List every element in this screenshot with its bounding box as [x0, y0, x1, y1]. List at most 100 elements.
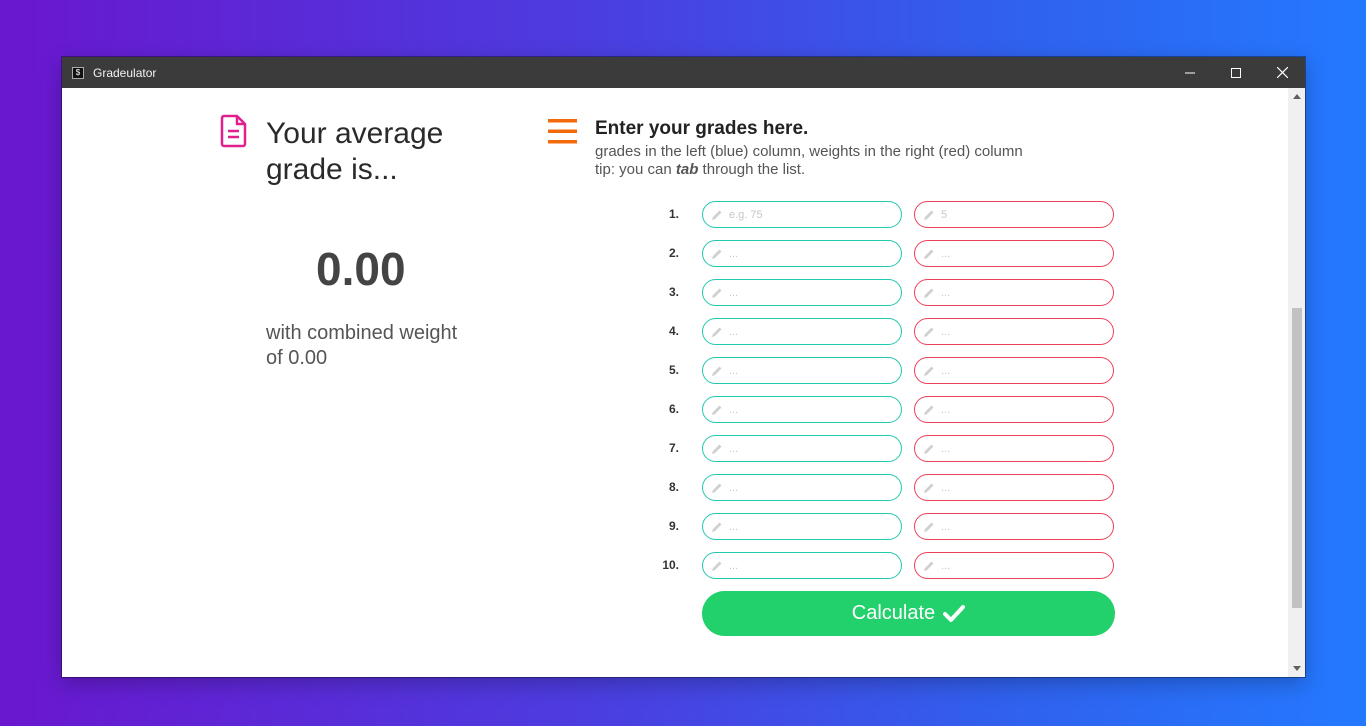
row-number: 1. [668, 207, 679, 221]
grade-row: 2. [639, 240, 1119, 267]
pencil-icon [924, 249, 934, 259]
row-number: 7. [668, 441, 679, 455]
minimize-icon [1185, 72, 1195, 73]
scroll-up-button[interactable] [1288, 88, 1305, 105]
weight-input[interactable] [941, 286, 1101, 299]
grade-field[interactable] [702, 474, 902, 501]
checkmark-icon [943, 604, 966, 622]
title-bar[interactable]: $ Gradeulator [62, 57, 1305, 88]
grade-row: 10. [639, 552, 1119, 579]
row-number: 10. [662, 558, 679, 572]
pencil-icon [924, 366, 934, 376]
maximize-button[interactable] [1213, 57, 1259, 88]
pencil-icon [712, 405, 722, 415]
grade-input[interactable] [729, 247, 889, 260]
weight-field[interactable] [914, 396, 1114, 423]
main-content: Your average grade is... 0.00 with combi… [62, 88, 1305, 677]
pencil-icon [924, 405, 934, 415]
pencil-icon [924, 444, 934, 454]
grade-field[interactable] [702, 240, 902, 267]
weight-field[interactable] [914, 318, 1114, 345]
grade-input[interactable] [729, 481, 889, 494]
grade-input[interactable] [729, 325, 889, 338]
tip-prefix: tip: you can [595, 161, 676, 178]
grade-row: 4. [639, 318, 1119, 345]
row-number: 4. [668, 324, 679, 338]
weight-input[interactable] [941, 442, 1101, 455]
app-window: $ Gradeulator Your average grade is... 0… [62, 57, 1305, 677]
grade-input[interactable] [729, 208, 889, 221]
row-number: 2. [668, 246, 679, 260]
average-title: Your average grade is... [266, 117, 444, 186]
weight-field[interactable] [914, 201, 1114, 228]
weight-field[interactable] [914, 552, 1114, 579]
grade-input[interactable] [729, 286, 889, 299]
grade-row: 7. [639, 435, 1119, 462]
grade-input[interactable] [729, 364, 889, 377]
weight-field[interactable] [914, 279, 1114, 306]
weight-input[interactable] [941, 208, 1101, 221]
weight-input[interactable] [941, 364, 1101, 377]
grade-field[interactable] [702, 552, 902, 579]
weight-field[interactable] [914, 240, 1114, 267]
pencil-icon [924, 210, 934, 220]
window-title: Gradeulator [93, 65, 157, 80]
grade-row: 3. [639, 279, 1119, 306]
weight-input[interactable] [941, 325, 1101, 338]
row-number: 6. [668, 402, 679, 416]
grade-input[interactable] [729, 403, 889, 416]
weight-field[interactable] [914, 474, 1114, 501]
weight-field[interactable] [914, 513, 1114, 540]
grade-input[interactable] [729, 520, 889, 533]
scroll-up-icon [1292, 94, 1301, 99]
close-button[interactable] [1259, 57, 1305, 88]
minimize-button[interactable] [1167, 57, 1213, 88]
grade-input[interactable] [729, 442, 889, 455]
pencil-icon [924, 561, 934, 571]
input-tip: tip: you can tab through the list. [595, 161, 805, 178]
row-number: 5. [668, 363, 679, 377]
grade-field[interactable] [702, 201, 902, 228]
weight-input[interactable] [941, 247, 1101, 260]
tip-emphasis: tab [675, 161, 699, 178]
grade-field[interactable] [702, 396, 902, 423]
weight-input[interactable] [941, 481, 1101, 494]
scroll-thumb[interactable] [1292, 308, 1302, 608]
pencil-icon [712, 561, 722, 571]
maximize-icon [1231, 67, 1241, 78]
calculate-label: Calculate [851, 602, 936, 624]
weight-input[interactable] [941, 559, 1101, 572]
pencil-icon [712, 210, 722, 220]
menu-icon [548, 119, 577, 144]
combined-weight-text: with combined weight of 0.00 [266, 322, 458, 369]
vertical-scrollbar[interactable] [1288, 88, 1305, 677]
document-icon [220, 114, 247, 148]
grade-row: 1. [639, 201, 1119, 228]
input-heading: Enter your grades here. [595, 118, 809, 139]
input-subtitle: grades in the left (blue) column, weight… [595, 143, 1023, 160]
pencil-icon [924, 522, 934, 532]
grade-field[interactable] [702, 279, 902, 306]
tip-suffix: through the list. [698, 161, 806, 178]
row-number: 9. [668, 519, 679, 533]
scroll-down-icon [1292, 666, 1301, 671]
weight-field[interactable] [914, 435, 1114, 462]
weight-input[interactable] [941, 403, 1101, 416]
pencil-icon [712, 366, 722, 376]
grade-field[interactable] [702, 513, 902, 540]
close-icon [1276, 67, 1288, 78]
pencil-icon [712, 444, 722, 454]
pencil-icon [712, 483, 722, 493]
calculate-button[interactable]: Calculate [702, 591, 1115, 636]
weight-field[interactable] [914, 357, 1114, 384]
grade-field[interactable] [702, 357, 902, 384]
grade-row: 9. [639, 513, 1119, 540]
grade-input[interactable] [729, 559, 889, 572]
pencil-icon [712, 327, 722, 337]
scroll-down-button[interactable] [1288, 660, 1305, 677]
grade-field[interactable] [702, 435, 902, 462]
weight-input[interactable] [941, 520, 1101, 533]
row-number: 8. [668, 480, 679, 494]
pencil-icon [924, 483, 934, 493]
grade-field[interactable] [702, 318, 902, 345]
